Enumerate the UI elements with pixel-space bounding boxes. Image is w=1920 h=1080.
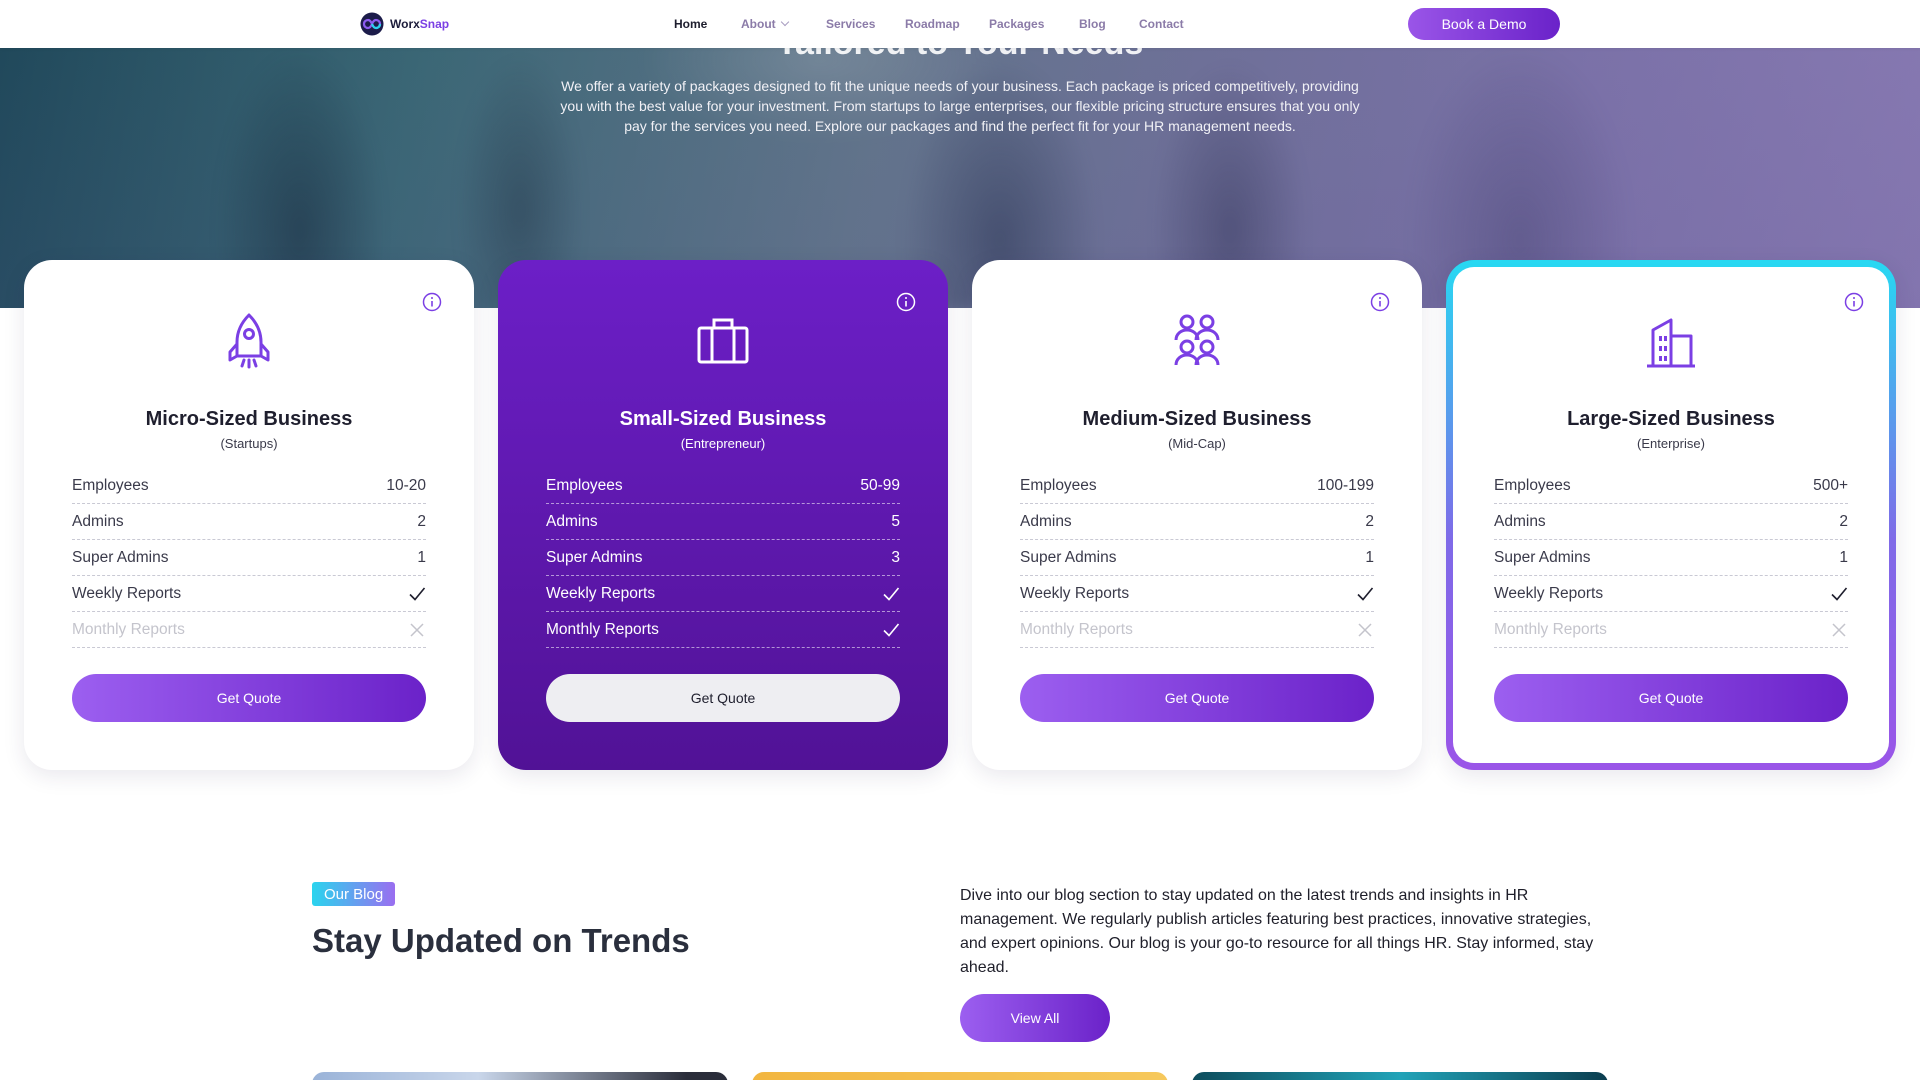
nav-about[interactable]: About [741, 17, 789, 31]
plan-card-medium: Medium-Sized Business (Mid-Cap) Employee… [972, 260, 1422, 770]
blog-title: Stay Updated on Trends [312, 922, 690, 959]
nav-roadmap[interactable]: Roadmap [905, 17, 960, 31]
plan-name: Large-Sized Business [1567, 408, 1775, 430]
chevron-down-icon [780, 17, 789, 27]
book-demo-button[interactable]: Book a Demo [1408, 8, 1560, 40]
get-quote-button[interactable]: Get Quote [1494, 674, 1848, 722]
feature-row: Monthly Reports [1020, 612, 1374, 648]
feature-list: Employees 500+ Admins 2 Super Admins 1 Week… [1494, 468, 1848, 648]
nav-home[interactable]: Home [674, 17, 707, 31]
check-icon [1831, 586, 1848, 601]
plan-subtitle: (Mid-Cap) [1168, 436, 1226, 451]
feature-row: Admins 2 [72, 504, 426, 540]
nav-services[interactable]: Services [826, 17, 875, 31]
feature-row: Monthly Reports [72, 612, 426, 648]
get-quote-button[interactable]: Get Quote [546, 674, 900, 722]
blog-thumbnail[interactable] [1192, 1072, 1608, 1080]
info-icon[interactable] [422, 292, 442, 312]
blog-description: Dive into our blog section to stay updat… [960, 887, 1594, 976]
nav-contact[interactable]: Contact [1139, 17, 1184, 31]
info-icon[interactable] [1844, 292, 1864, 312]
blog-thumbnail[interactable] [312, 1072, 728, 1080]
info-icon[interactable] [1370, 292, 1390, 312]
check-icon [1357, 586, 1374, 601]
feature-row: Weekly Reports [1494, 576, 1848, 612]
feature-row: Super Admins 1 [1494, 540, 1848, 576]
check-icon [883, 622, 900, 637]
get-quote-button[interactable]: Get Quote [1020, 674, 1374, 722]
check-icon [883, 586, 900, 601]
feature-row: Monthly Reports [546, 612, 900, 648]
feature-row: Employees 100-199 [1020, 468, 1374, 504]
nav-blog[interactable]: Blog [1079, 17, 1106, 31]
cross-icon [410, 622, 424, 637]
plan-subtitle: (Entrepreneur) [680, 436, 766, 451]
rocket-icon [228, 313, 270, 369]
cross-icon [1832, 622, 1846, 637]
feature-row: Employees 50-99 [546, 468, 900, 504]
feature-row: Monthly Reports [1494, 612, 1848, 648]
feature-row: Employees 500+ [1494, 468, 1848, 504]
plan-subtitle: (Enterprise) [1637, 436, 1705, 451]
feature-row: Super Admins 1 [72, 540, 426, 576]
feature-row: Admins 2 [1020, 504, 1374, 540]
plan-card-small: Small-Sized Business (Entrepreneur) Empl… [498, 260, 948, 770]
feature-row: Employees 10-20 [72, 468, 426, 504]
check-icon [409, 586, 426, 601]
plan-name: Small-Sized Business [619, 408, 827, 430]
feature-list: Employees 50-99 Admins 5 Super Admins 3 Wee… [546, 468, 900, 648]
feature-row: Super Admins 3 [546, 540, 900, 576]
feature-list: Employees 10-20 Admins 2 Super Admins 1 Wee… [72, 468, 426, 648]
plan-name: Micro-Sized Business [145, 408, 353, 430]
feature-row: Weekly Reports [1020, 576, 1374, 612]
navbar: WorxSnap Home About Services Roadmap Pac… [0, 0, 1920, 48]
get-quote-button[interactable]: Get Quote [72, 674, 426, 722]
nav-packages[interactable]: Packages [989, 17, 1044, 31]
feature-row: Weekly Reports [72, 576, 426, 612]
cross-icon [1358, 622, 1372, 637]
feature-row: Admins 2 [1494, 504, 1848, 540]
team-icon [1174, 314, 1220, 366]
hero-description: We offer a variety of packages designed … [560, 78, 1360, 134]
feature-row: Super Admins 1 [1020, 540, 1374, 576]
building-icon [1647, 318, 1695, 368]
feature-row: Admins 5 [546, 504, 900, 540]
feature-list: Employees 100-199 Admins 2 Super Admins 1 W… [1020, 468, 1374, 648]
briefcase-icon [697, 318, 749, 364]
plan-card-large: Large-Sized Business (Enterprise) Employ… [1446, 260, 1896, 770]
feature-row: Weekly Reports [546, 576, 900, 612]
info-icon[interactable] [896, 292, 916, 312]
blog-tag: Our Blog [312, 882, 396, 906]
blog-thumbnail[interactable] [752, 1072, 1168, 1080]
nav-links: Home About Services Roadmap Packages Blo… [0, 0, 1920, 48]
plan-card-micro: Micro-Sized Business (Startups) Employee… [24, 260, 474, 770]
plan-name: Medium-Sized Business [1082, 408, 1312, 430]
plan-subtitle: (Startups) [220, 436, 278, 451]
view-all-button[interactable]: View All [960, 994, 1110, 1042]
